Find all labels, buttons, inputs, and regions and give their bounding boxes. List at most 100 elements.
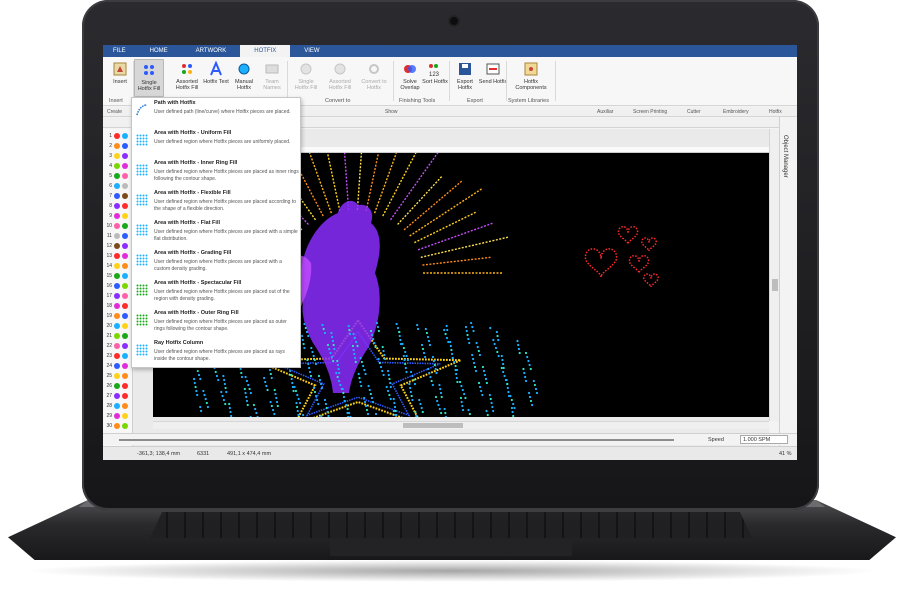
sort-hotfix-button[interactable]: 123 Sort Hotfix bbox=[420, 61, 450, 85]
playback-slider[interactable] bbox=[119, 439, 674, 441]
palette-number: 6 bbox=[109, 182, 112, 189]
palette-color-15[interactable]: 15 bbox=[105, 271, 128, 280]
color-swatch bbox=[122, 252, 128, 259]
single-hotfix-fill-button[interactable]: Single Hotfix Fill bbox=[134, 59, 164, 97]
cloud-dot bbox=[355, 340, 358, 344]
color-swatch bbox=[114, 172, 120, 179]
cloud-dot bbox=[313, 358, 316, 362]
palette-color-24[interactable]: 24 bbox=[105, 361, 128, 370]
tab-hotfix[interactable]: HOTFIX bbox=[240, 45, 291, 57]
show-button[interactable]: Show bbox=[385, 109, 398, 115]
palette-color-18[interactable]: 18 bbox=[105, 301, 128, 310]
horizontal-scrollbar[interactable] bbox=[153, 421, 769, 429]
assorted-hotfix-fill-convert-button[interactable]: Assorted Hotfix Fill bbox=[325, 61, 355, 91]
hotfix-mode[interactable]: Hotfix bbox=[769, 109, 782, 115]
convert-to-hotfix-button[interactable]: Convert to Hotfix bbox=[359, 61, 389, 91]
hotfix-text-button[interactable]: Hotfix Text bbox=[201, 61, 231, 85]
palette-color-5[interactable]: 5 bbox=[105, 171, 128, 180]
vertical-scrollbar[interactable] bbox=[769, 129, 779, 421]
palette-color-17[interactable]: 17 bbox=[105, 291, 128, 300]
cloud-dot bbox=[420, 406, 423, 410]
tab-file[interactable]: FILE bbox=[103, 45, 136, 57]
export-hotfix-button[interactable]: Export Hotfix bbox=[450, 61, 480, 91]
palette-color-11[interactable]: 11 bbox=[105, 231, 128, 240]
menu-item-fill-type[interactable]: Area with Hotfix - Flexible Fill User def… bbox=[132, 188, 300, 218]
menu-item-title: Ray Hotfix Column bbox=[154, 340, 204, 346]
cloud-dot bbox=[433, 363, 436, 367]
cloud-dot bbox=[296, 393, 299, 397]
cloud-dot bbox=[496, 350, 499, 354]
palette-color-13[interactable]: 13 bbox=[105, 251, 128, 260]
palette-color-4[interactable]: 4 bbox=[105, 161, 128, 170]
palette-color-27[interactable]: 27 bbox=[105, 391, 128, 400]
menu-item-fill-type[interactable]: Area with Hotfix - Uniform Fill User defi… bbox=[132, 128, 300, 158]
palette-color-12[interactable]: 12 bbox=[105, 241, 128, 250]
manual-hotfix-button[interactable]: Manual Hotfix bbox=[229, 61, 259, 91]
tab-home[interactable]: HOME bbox=[136, 45, 182, 57]
cloud-dot bbox=[413, 382, 417, 386]
palette-color-19[interactable]: 19 bbox=[105, 311, 128, 320]
cloud-dot bbox=[478, 353, 482, 357]
cloud-dot bbox=[507, 394, 511, 398]
palette-color-21[interactable]: 21 bbox=[105, 331, 128, 340]
menu-item-fill-type[interactable]: Ray Hotfix Column User defined region whe… bbox=[132, 338, 300, 368]
palette-color-25[interactable]: 25 bbox=[105, 371, 128, 380]
tab-view[interactable]: VIEW bbox=[290, 45, 333, 57]
cloud-dot bbox=[247, 383, 250, 387]
menu-item-fill-type[interactable]: Area with Hotfix - Inner Ring Fill User d… bbox=[132, 158, 300, 188]
sort-icon: 123 bbox=[429, 64, 440, 77]
palette-color-30[interactable]: 30 bbox=[105, 421, 128, 430]
palette-color-7[interactable]: 7 bbox=[105, 191, 128, 200]
palette-number: 18 bbox=[106, 302, 112, 309]
embroidery-mode[interactable]: Embroidery bbox=[723, 109, 749, 115]
cloud-dot bbox=[317, 374, 321, 378]
palette-color-16[interactable]: 16 bbox=[105, 281, 128, 290]
palette-color-6[interactable]: 6 bbox=[105, 181, 128, 190]
palette-color-8[interactable]: 8 bbox=[105, 201, 128, 210]
palette-color-10[interactable]: 10 bbox=[105, 221, 128, 230]
cutter-mode[interactable]: Cutter bbox=[687, 109, 701, 115]
cursor-coordinates: -361,3; 138,4 mm bbox=[137, 451, 181, 457]
object-manager-panel[interactable]: Object Manager bbox=[779, 117, 797, 447]
send-hotfix-button[interactable]: Send Hotfix bbox=[478, 61, 508, 85]
color-swatch bbox=[122, 282, 128, 289]
tab-artwork[interactable]: ARTWORK bbox=[182, 45, 241, 57]
color-swatch bbox=[122, 292, 128, 299]
palette-color-9[interactable]: 9 bbox=[105, 211, 128, 220]
cloud-dot bbox=[367, 384, 370, 388]
menu-item-fill-type[interactable]: Area with Hotfix - Outer Ring Fill User d… bbox=[132, 308, 300, 338]
menu-item-fill-type[interactable]: Path with Hotfix User defined path (line/… bbox=[132, 98, 300, 128]
palette-color-22[interactable]: 22 bbox=[105, 341, 128, 350]
speed-select[interactable]: 1.000 SPM bbox=[740, 435, 788, 444]
assorted-hotfix-fill-button[interactable]: Assorted Hotfix Fill bbox=[172, 61, 202, 91]
hotfix-count: 6331 bbox=[197, 451, 210, 457]
palette-color-28[interactable]: 28 bbox=[105, 401, 128, 410]
palette-color-26[interactable]: 26 bbox=[105, 381, 128, 390]
menu-item-fill-type[interactable]: Area with Hotfix - Spectacular Fill User … bbox=[132, 278, 300, 308]
hotfix-components-button[interactable]: Hotfix Components bbox=[513, 61, 549, 91]
insert-button[interactable]: Insert bbox=[105, 61, 135, 85]
palette-color-1[interactable]: 1 bbox=[105, 131, 128, 140]
palette-color-14[interactable]: 14 bbox=[105, 261, 128, 270]
ray bbox=[365, 153, 380, 212]
palette-color-3[interactable]: 3 bbox=[105, 151, 128, 160]
cloud-dot bbox=[346, 407, 349, 411]
screen-printing-mode[interactable]: Screen Printing bbox=[633, 109, 667, 115]
cloud-dot bbox=[387, 373, 390, 377]
horizontal-scroll-thumb[interactable] bbox=[403, 423, 463, 428]
palette-color-23[interactable]: 23 bbox=[105, 351, 128, 360]
cloud-dot bbox=[332, 359, 335, 363]
menu-item-fill-type[interactable]: Area with Hotfix - Grading Fill User defi… bbox=[132, 248, 300, 278]
single-hotfix-fill-convert-button[interactable]: Single Hotfix Fill bbox=[291, 61, 321, 91]
palette-color-20[interactable]: 20 bbox=[105, 321, 128, 330]
auxiliar-mode[interactable]: Auxiliar bbox=[597, 109, 613, 115]
menu-item-fill-type[interactable]: Area with Hotfix - Flat Fill User defined… bbox=[132, 218, 300, 248]
cloud-dot bbox=[455, 372, 458, 376]
cloud-dot bbox=[527, 391, 531, 395]
palette-color-2[interactable]: 2 bbox=[105, 141, 128, 150]
team-names-button[interactable]: Team Names bbox=[257, 61, 287, 91]
palette-color-29[interactable]: 29 bbox=[105, 411, 128, 420]
palette-number: 12 bbox=[106, 242, 112, 249]
create-button[interactable]: Create bbox=[107, 109, 122, 115]
vertical-scroll-thumb[interactable] bbox=[772, 279, 778, 291]
